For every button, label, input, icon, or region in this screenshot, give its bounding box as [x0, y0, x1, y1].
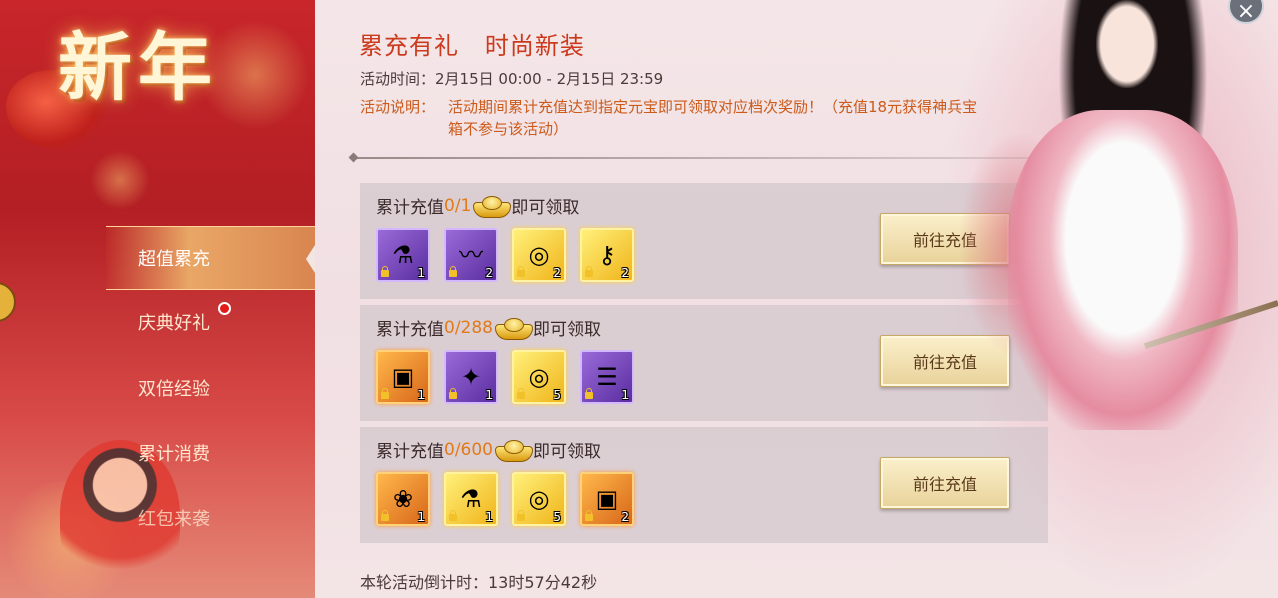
item-count: 5 [553, 388, 561, 402]
lock-icon [585, 266, 593, 277]
purple-orb-icon: ◎ [528, 363, 550, 391]
sidebar-item-label: 累计消费 [138, 444, 210, 465]
sidebar-item-celebration-gift[interactable]: 庆典好礼 [106, 290, 315, 354]
lock-icon [449, 510, 457, 521]
reward-item[interactable]: ✦ 1 [444, 350, 498, 404]
tier-progress: 0/1 [444, 195, 472, 216]
gold-ingot-icon [473, 194, 512, 218]
scroll-icon: ☰ [596, 363, 618, 391]
reward-item[interactable]: ❀ 1 [376, 472, 430, 526]
tier-prefix: 累计充值 [376, 442, 444, 462]
exp-potion-300-icon: ⚗ [460, 485, 482, 513]
lock-icon [449, 266, 457, 277]
sidebar-item-label: 双倍经验 [138, 379, 210, 400]
item-count: 2 [553, 266, 561, 280]
reward-item[interactable]: ⚗ 1 [376, 228, 430, 282]
reward-item[interactable]: ◎ 5 [512, 350, 566, 404]
golden-chest-icon: ▣ [595, 485, 619, 513]
item-count: 1 [485, 388, 493, 402]
item-count: 1 [485, 510, 493, 524]
item-count: 2 [621, 266, 629, 280]
reward-item[interactable]: ⚗ 1 [444, 472, 498, 526]
sidebar-item-double-exp[interactable]: 双倍经验 [106, 356, 315, 420]
countdown-timer: 本轮活动倒计时：13时57分42秒 [360, 573, 598, 592]
treasure-chest-icon: ▣ [391, 363, 415, 391]
sidebar-item-label: 庆典好礼 [138, 313, 210, 334]
exp-potion-200-icon: ⚗ [392, 241, 414, 269]
item-count: 1 [417, 510, 425, 524]
notification-badge [218, 302, 231, 315]
lock-icon [517, 510, 525, 521]
lock-icon [381, 510, 389, 521]
activity-time: 活动时间：2月15日 00:00 - 2月15日 23:59 [360, 70, 664, 88]
reward-item[interactable]: ▣ 2 [580, 472, 634, 526]
item-count: 1 [417, 388, 425, 402]
reward-item[interactable]: ☰ 1 [580, 350, 634, 404]
lock-icon [381, 266, 389, 277]
lock-icon [585, 388, 593, 399]
new-year-banner: 新年 [58, 25, 218, 111]
reward-tier: 累计充值 0/288 即可领取 ▣ 1 ✦ 1 ◎ 5 ☰ 1 前往充值 [360, 305, 1048, 421]
character-face [1096, 0, 1158, 88]
tier-suffix: 即可领取 [511, 198, 580, 218]
description-text: 活动期间累计充值达到指定元宝即可领取对应档次奖励！（充值18元获得神兵宝箱不参与… [448, 98, 978, 138]
item-count: 2 [485, 266, 493, 280]
reward-tier: 累计充值 0/1 即可领取 ⚗ 1 〰 2 ◎ 2 ⚷ 2 前往充值 [360, 183, 1048, 299]
item-count: 1 [417, 266, 425, 280]
purple-orb-icon: ◎ [528, 485, 550, 513]
main-panel: 累充有礼 时尚新装 活动时间：2月15日 00:00 - 2月15日 23:59… [315, 0, 1278, 598]
item-count: 2 [621, 510, 629, 524]
tier-requirement: 累计充值 0/600 即可领取 [376, 437, 601, 462]
reward-items: ❀ 1 ⚗ 1 ◎ 5 ▣ 2 [376, 472, 634, 526]
green-rope-icon: 〰 [459, 241, 483, 269]
reward-items: ⚗ 1 〰 2 ◎ 2 ⚷ 2 [376, 228, 634, 282]
lantern-glow [90, 150, 150, 210]
tier-suffix: 即可领取 [533, 320, 601, 340]
left-arrow-icon[interactable] [0, 282, 16, 322]
gold-ingot-icon [495, 316, 533, 340]
character-dress [1008, 110, 1238, 430]
lock-icon [381, 388, 389, 399]
tier-progress: 0/288 [444, 317, 493, 338]
sidebar-item-red-envelope[interactable]: 红包来袭 [106, 486, 315, 550]
lock-icon [517, 266, 525, 277]
item-count: 5 [553, 510, 561, 524]
fish-icon: ✦ [460, 363, 482, 391]
divider [353, 157, 1053, 159]
tier-suffix: 即可领取 [533, 442, 601, 462]
golden-key-icon: ⚷ [598, 241, 616, 269]
sidebar-item-cumulative-spend[interactable]: 累计消费 [106, 421, 315, 485]
item-count: 1 [621, 388, 629, 402]
sidebar-item-label: 超值累充 [138, 249, 210, 270]
purple-orb-icon: ◎ [528, 241, 550, 269]
tier-prefix: 累计充值 [376, 198, 444, 218]
reward-item[interactable]: ⚷ 2 [580, 228, 634, 282]
activity-description: 活动说明： 活动期间累计充值达到指定元宝即可领取对应档次奖励！（充值18元获得神… [360, 96, 980, 140]
red-pouch-icon: ❀ [392, 485, 414, 513]
close-icon: × [1236, 0, 1256, 24]
sidebar-item-cumulative-recharge[interactable]: 超值累充 [106, 226, 315, 290]
tier-prefix: 累计充值 [376, 320, 444, 340]
page-title: 累充有礼 时尚新装 [359, 32, 585, 60]
reward-items: ▣ 1 ✦ 1 ◎ 5 ☰ 1 [376, 350, 634, 404]
lock-icon [517, 388, 525, 399]
lock-icon [585, 510, 593, 521]
reward-item[interactable]: ◎ 2 [512, 228, 566, 282]
tier-progress: 0/600 [444, 439, 493, 460]
tier-requirement: 累计充值 0/288 即可领取 [376, 315, 601, 340]
gold-ingot-icon [495, 438, 533, 462]
character-illustration [958, 0, 1278, 598]
reward-tier: 累计充值 0/600 即可领取 ❀ 1 ⚗ 1 ◎ 5 ▣ 2 前往充值 [360, 427, 1048, 543]
reward-item[interactable]: 〰 2 [444, 228, 498, 282]
reward-item[interactable]: ◎ 5 [512, 472, 566, 526]
reward-item[interactable]: ▣ 1 [376, 350, 430, 404]
tier-requirement: 累计充值 0/1 即可领取 [376, 193, 579, 218]
sidebar-item-label: 红包来袭 [138, 509, 210, 530]
description-label: 活动说明： [360, 98, 436, 116]
lock-icon [449, 388, 457, 399]
sidebar: 新年 超值累充 庆典好礼 双倍经验 累计消费 红包来袭 [0, 0, 315, 598]
